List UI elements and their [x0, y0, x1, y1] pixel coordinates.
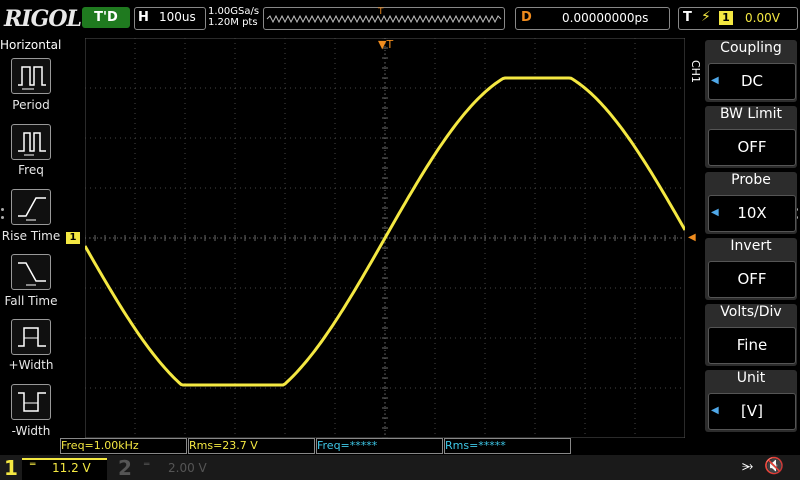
horizontal-menu-title: Horizontal — [0, 38, 62, 52]
freq-icon — [18, 132, 46, 156]
neg-width-label: -Width — [11, 424, 51, 438]
ch1-offset-marker[interactable]: 1 — [66, 232, 80, 244]
waveform-overview-icon — [266, 14, 502, 24]
timebase-label: H — [138, 10, 149, 25]
menu-item-title: Coupling — [720, 40, 782, 56]
menu-dot — [1, 216, 4, 219]
pos-width-button[interactable] — [11, 319, 51, 355]
measurement-freq-ch1[interactable]: Freq=1.00kHz — [60, 438, 187, 454]
menu-arrow-icon: ◀ — [711, 405, 719, 416]
menu-item-invert[interactable]: Invert OFF — [705, 238, 797, 300]
speaker-muted-icon[interactable]: 🔇 — [764, 456, 784, 475]
trigger-position-bar[interactable]: T — [263, 7, 505, 30]
menu-item-title: Probe — [731, 172, 771, 188]
menu-item-value: 10X — [708, 195, 796, 232]
pos-width-icon — [18, 327, 46, 347]
period-label: Period — [12, 98, 50, 112]
delay-box[interactable]: D 0.00000000ps — [515, 7, 670, 30]
graticule — [85, 38, 685, 438]
period-icon — [18, 66, 46, 90]
rising-edge-icon: ⚡ — [701, 9, 711, 25]
fall-time-label: Fall Time — [4, 294, 58, 308]
neg-width-icon — [18, 392, 46, 412]
timebase-box[interactable]: H 100us — [134, 7, 206, 30]
rise-time-button[interactable] — [11, 189, 51, 225]
sample-rate: 1.00GSa/s — [208, 6, 260, 17]
menu-item-value: [V] — [708, 393, 796, 430]
delay-label: D — [521, 10, 532, 25]
measurement-freq-ch2[interactable]: Freq=***** — [316, 438, 443, 454]
trigger-position-marker: T — [378, 7, 384, 17]
menu-item-coupling[interactable]: Coupling DC ◀ — [705, 40, 797, 102]
menu-arrow-icon: ◀ — [711, 207, 719, 218]
trigger-level-value: 0.00V — [745, 11, 780, 25]
memory-depth: 1.20M pts — [208, 17, 258, 28]
rise-time-icon — [18, 197, 46, 221]
ch2-number[interactable]: 2 — [118, 456, 132, 480]
usb-icon: ⭃ — [742, 458, 754, 474]
measurement-rms-ch1[interactable]: Rms=23.7 V — [188, 438, 315, 454]
dc-coupling-icon: ═ — [30, 460, 36, 470]
menu-arrow-icon: ◀ — [711, 75, 719, 86]
trigger-time-marker[interactable]: ▼T — [378, 38, 393, 51]
freq-label: Freq — [18, 163, 44, 177]
menu-item-volts-div[interactable]: Volts/Div Fine — [705, 304, 797, 366]
waveform-display[interactable] — [85, 38, 685, 438]
ch1-number[interactable]: 1 — [4, 456, 18, 480]
menu-item-title: Invert — [730, 238, 772, 254]
ch1-menu-tab: CH1 — [689, 60, 702, 83]
period-button[interactable] — [11, 58, 51, 94]
trigger-label: T — [683, 10, 692, 25]
dc-coupling-icon: ═ — [144, 460, 150, 470]
menu-item-value: OFF — [708, 129, 796, 166]
trigger-source-badge: 1 — [719, 11, 733, 25]
fall-time-button[interactable] — [11, 254, 51, 290]
menu-item-title: Volts/Div — [720, 304, 782, 320]
menu-item-bw-limit[interactable]: BW Limit OFF — [705, 106, 797, 168]
menu-item-value: OFF — [708, 261, 796, 298]
rise-time-label: Rise Time — [1, 229, 61, 243]
trigger-level-marker[interactable]: ◀ — [688, 232, 696, 243]
timebase-value: 100us — [159, 10, 196, 24]
rigol-logo: RIGOL — [4, 6, 82, 32]
trigger-box[interactable]: T ⚡ 1 0.00V — [678, 7, 798, 30]
menu-item-title: Unit — [736, 370, 766, 386]
run-status-badge[interactable]: T'D — [82, 7, 130, 28]
measurement-rms-ch2[interactable]: Rms=***** — [444, 438, 571, 454]
menu-item-unit[interactable]: Unit [V] ◀ — [705, 370, 797, 432]
menu-dot — [1, 208, 4, 211]
menu-item-probe[interactable]: Probe 10X ◀ — [705, 172, 797, 234]
menu-item-value: Fine — [708, 327, 796, 364]
trigger-time-marker-label: T — [386, 38, 394, 51]
pos-width-label: +Width — [8, 358, 54, 372]
fall-time-icon — [18, 262, 46, 286]
menu-item-value: DC — [708, 63, 796, 100]
ch1-scale-value: 11.2 V — [52, 461, 91, 475]
delay-value: 0.00000000ps — [562, 11, 649, 25]
ch2-scale-value: 2.00 V — [168, 461, 207, 475]
menu-item-title: BW Limit — [719, 106, 783, 122]
neg-width-button[interactable] — [11, 384, 51, 420]
freq-button[interactable] — [11, 124, 51, 160]
